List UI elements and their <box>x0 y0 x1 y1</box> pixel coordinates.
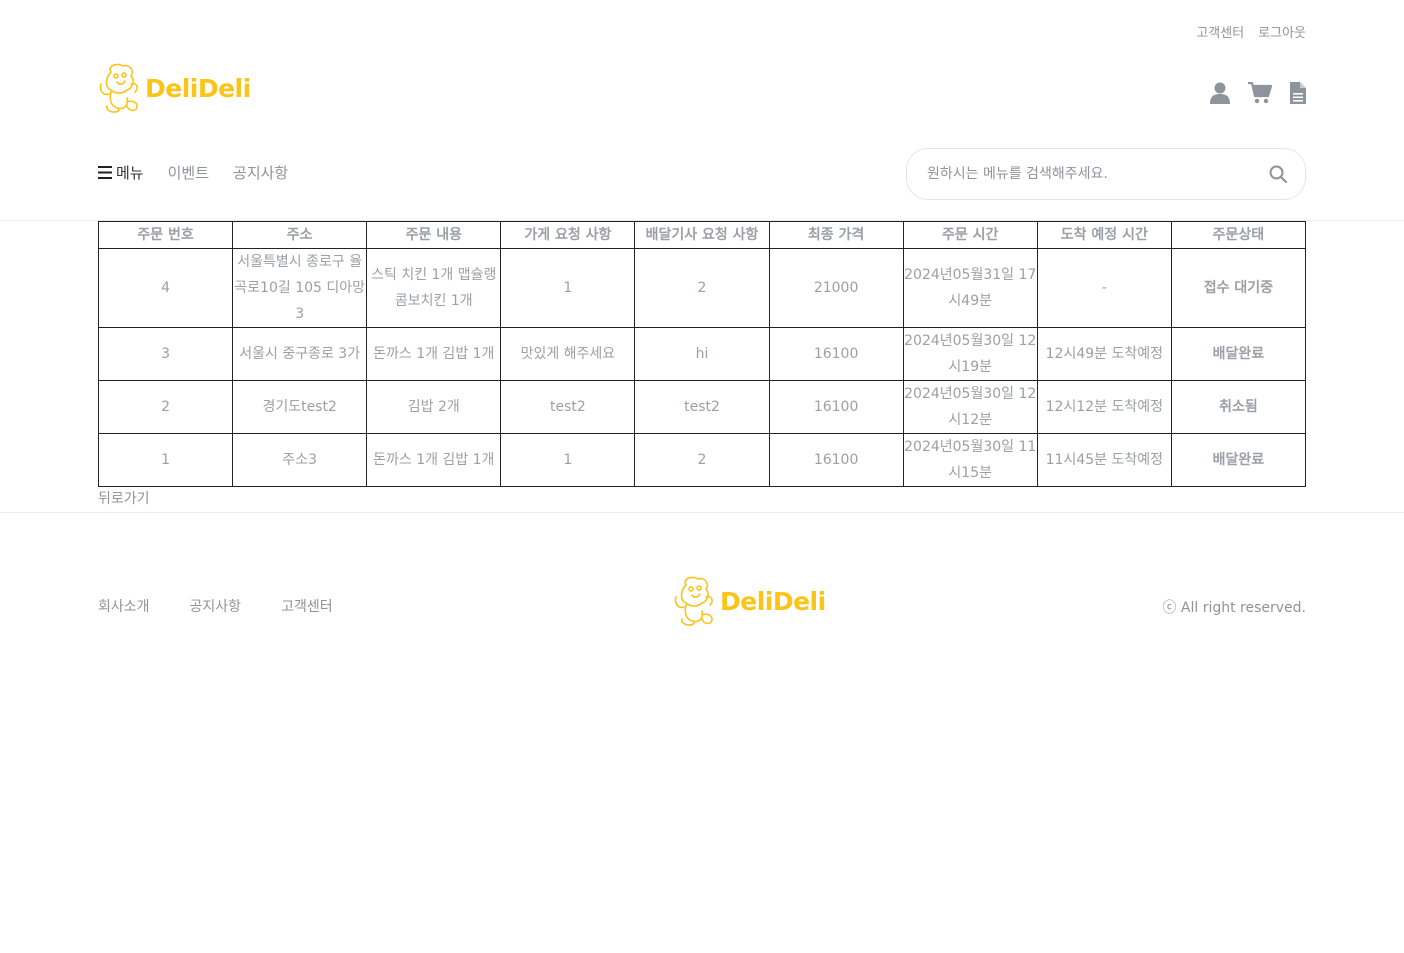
table-row: 4 서울특별시 종로구 율곡로10길 105 디아망 3 스틱 치킨 1개 맵슐… <box>97 248 1307 328</box>
top-links: 고객센터 로그아웃 <box>1196 22 1306 41</box>
order-number: 2 <box>97 380 234 434</box>
order-time: 2024년05월30일 12시12분 <box>902 380 1038 434</box>
copyright-text: ⓒ All right reserved. <box>1162 600 1306 616</box>
footer-link-company[interactable]: 회사소개 <box>98 596 150 616</box>
order-number: 3 <box>97 327 234 381</box>
order-status: 접수 대기중 <box>1170 248 1307 328</box>
order-status: 배달완료 <box>1170 327 1307 381</box>
final-price: 16100 <box>768 380 904 434</box>
menu-label: 메뉴 <box>116 164 144 182</box>
footer-links: 회사소개 공지사항 고객센터 <box>98 596 333 616</box>
eta: 12시12분 도착예정 <box>1036 380 1172 434</box>
brand-wordmark: DeliDeli <box>145 73 251 103</box>
order-address: 서울특별시 종로구 율곡로10길 105 디아망 3 <box>232 248 368 328</box>
final-price: 21000 <box>768 248 904 328</box>
order-number: 1 <box>97 433 234 487</box>
footer-logo[interactable]: DeliDeli <box>672 575 826 627</box>
order-status: 배달완료 <box>1170 433 1307 487</box>
eta: 11시45분 도착예정 <box>1036 433 1172 487</box>
final-price: 16100 <box>768 327 904 381</box>
header-icons <box>1210 81 1306 108</box>
footer-link-support[interactable]: 고객센터 <box>281 596 333 616</box>
menu-toggle[interactable]: 메뉴 <box>98 162 144 183</box>
order-address: 서울시 중구종로 3가 <box>232 327 368 381</box>
order-time: 2024년05월30일 11시15분 <box>902 433 1038 487</box>
brand-wordmark: DeliDeli <box>720 586 826 616</box>
eta: 12시49분 도착예정 <box>1036 327 1172 381</box>
order-address: 주소3 <box>232 433 368 487</box>
table-header-row: 주문 번호 주소 주문 내용 가게 요청 사항 배달기사 요청 사항 최종 가격… <box>97 221 1307 249</box>
search-icon <box>1269 165 1287 183</box>
order-address: 경기도test2 <box>232 380 368 434</box>
chick-mascot-icon <box>674 576 713 626</box>
main-nav: 메뉴 이벤트 공지사항 <box>98 162 288 183</box>
order-content: 돈까스 1개 김밥 1개 <box>366 433 502 487</box>
header-logo[interactable]: DeliDeli <box>97 62 251 114</box>
store-request: 1 <box>500 433 636 487</box>
order-time: 2024년05월31일 17시49분 <box>902 248 1038 328</box>
order-status: 취소됨 <box>1170 380 1307 434</box>
rider-request: hi <box>634 327 770 381</box>
table-row: 2 경기도test2 김밥 2개 test2 test2 16100 2024년… <box>97 380 1307 434</box>
table-row: 1 주소3 돈까스 1개 김밥 1개 1 2 16100 2024년05월30일… <box>97 433 1307 487</box>
footer-link-notice[interactable]: 공지사항 <box>190 596 242 616</box>
final-price: 16100 <box>768 433 904 487</box>
order-time: 2024년05월30일 12시19분 <box>902 327 1038 381</box>
search-bar <box>906 148 1306 200</box>
col-order-time: 주문 시간 <box>902 221 1038 249</box>
order-number: 4 <box>97 248 234 328</box>
footer-divider <box>0 512 1404 513</box>
store-request: 1 <box>500 248 636 328</box>
order-table: 주문 번호 주소 주문 내용 가게 요청 사항 배달기사 요청 사항 최종 가격… <box>97 221 1307 487</box>
nav-notice[interactable]: 공지사항 <box>233 162 288 183</box>
logout-link[interactable]: 로그아웃 <box>1258 22 1306 41</box>
col-store-request: 가게 요청 사항 <box>500 221 636 249</box>
document-icon[interactable] <box>1290 82 1306 108</box>
col-final-price: 최종 가격 <box>768 221 904 249</box>
eta: - <box>1036 248 1172 328</box>
col-rider-request: 배달기사 요청 사항 <box>634 221 770 249</box>
col-status: 주문상태 <box>1170 221 1307 249</box>
col-eta: 도착 예정 시간 <box>1036 221 1172 249</box>
col-order-number: 주문 번호 <box>97 221 234 249</box>
nav-event[interactable]: 이벤트 <box>168 162 209 183</box>
user-icon[interactable] <box>1210 82 1230 108</box>
support-link[interactable]: 고객센터 <box>1196 22 1244 41</box>
store-request: 맛있게 해주세요 <box>500 327 636 381</box>
search-input[interactable] <box>927 166 1269 182</box>
col-address: 주소 <box>232 221 368 249</box>
order-content: 김밥 2개 <box>366 380 502 434</box>
back-link[interactable]: 뒤로가기 <box>98 488 150 508</box>
rider-request: test2 <box>634 380 770 434</box>
order-content: 돈까스 1개 김밥 1개 <box>366 327 502 381</box>
search-button[interactable] <box>1269 165 1287 183</box>
chick-mascot-icon <box>99 63 138 113</box>
col-order-content: 주문 내용 <box>366 221 502 249</box>
store-request: test2 <box>500 380 636 434</box>
rider-request: 2 <box>634 433 770 487</box>
rider-request: 2 <box>634 248 770 328</box>
cart-icon[interactable] <box>1248 81 1273 108</box>
table-row: 3 서울시 중구종로 3가 돈까스 1개 김밥 1개 맛있게 해주세요 hi 1… <box>97 327 1307 381</box>
hamburger-icon <box>98 166 112 179</box>
order-content: 스틱 치킨 1개 맵슐랭 콤보치킨 1개 <box>366 248 502 328</box>
